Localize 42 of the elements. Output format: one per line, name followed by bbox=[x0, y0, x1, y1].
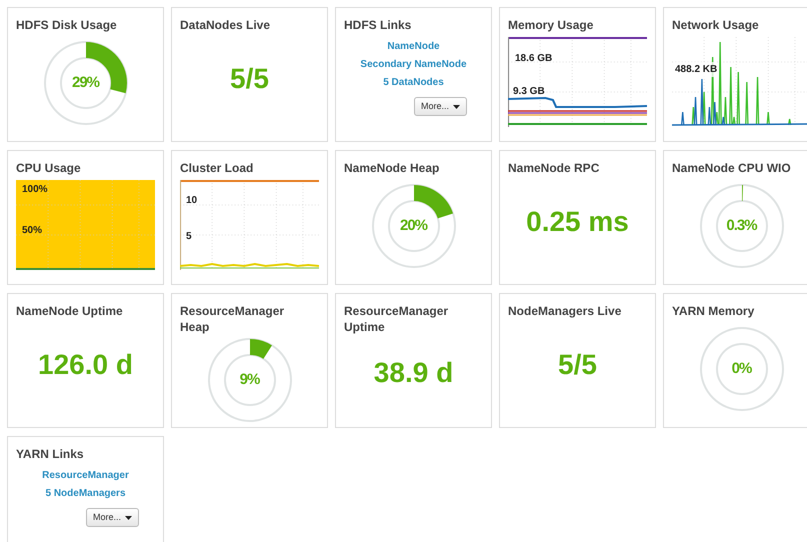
widget-title: ResourceManager Heap bbox=[179, 303, 286, 335]
link[interactable]: 5 DataNodes bbox=[383, 75, 444, 90]
widget-title: DataNodes Live bbox=[179, 17, 272, 33]
link[interactable]: Secondary NameNode bbox=[360, 57, 467, 72]
more-dropdown-button[interactable]: More... bbox=[86, 508, 139, 527]
axis-label: 18.6 GB bbox=[515, 52, 552, 66]
metric-value: 5/5 bbox=[558, 348, 597, 382]
percent-value: 20% bbox=[400, 216, 428, 236]
metric-value: 5/5 bbox=[230, 62, 269, 96]
metric-value: 38.9 d bbox=[374, 356, 454, 390]
widget-title: NodeManagers Live bbox=[507, 303, 622, 319]
percent-value: 9% bbox=[240, 370, 260, 390]
axis-label: 9.3 GB bbox=[513, 85, 545, 99]
metric-value: 126.0 d bbox=[38, 348, 133, 382]
axis-label: 50% bbox=[22, 224, 42, 238]
widget-title: NameNode CPU WIO bbox=[671, 160, 792, 176]
widget-title: Memory Usage bbox=[507, 17, 594, 33]
widget-title: CPU Usage bbox=[15, 160, 82, 176]
widget-title: NameNode Heap bbox=[343, 160, 440, 176]
widget-title: HDFS Disk Usage bbox=[15, 17, 118, 33]
link[interactable]: ResourceManager bbox=[42, 468, 129, 483]
widget-title: YARN Memory bbox=[671, 303, 756, 319]
link[interactable]: NameNode bbox=[387, 39, 440, 54]
percent-value: 29% bbox=[72, 72, 100, 93]
widget-title: NameNode Uptime bbox=[15, 303, 124, 319]
more-dropdown-button[interactable]: More... bbox=[414, 97, 467, 116]
percent-value: 0% bbox=[732, 358, 752, 379]
widget-title: NameNode RPC bbox=[507, 160, 600, 176]
widget-title: YARN Links bbox=[15, 446, 85, 462]
widget-title: ResourceManager Uptime bbox=[343, 303, 450, 335]
link[interactable]: 5 NodeManagers bbox=[45, 486, 126, 501]
axis-label: 100% bbox=[22, 183, 48, 197]
axis-label: 10 bbox=[186, 194, 198, 208]
metric-value: 0.25 ms bbox=[526, 205, 629, 239]
percent-value: 0.3% bbox=[726, 216, 757, 236]
axis-label: 488.2 KB bbox=[675, 62, 718, 77]
widget-title: HDFS Links bbox=[343, 17, 412, 33]
caret-icon bbox=[453, 104, 460, 108]
caret-icon bbox=[125, 516, 132, 520]
widget-title: Network Usage bbox=[671, 17, 760, 33]
widget-title: Cluster Load bbox=[179, 160, 254, 176]
axis-label: 5 bbox=[186, 230, 192, 244]
